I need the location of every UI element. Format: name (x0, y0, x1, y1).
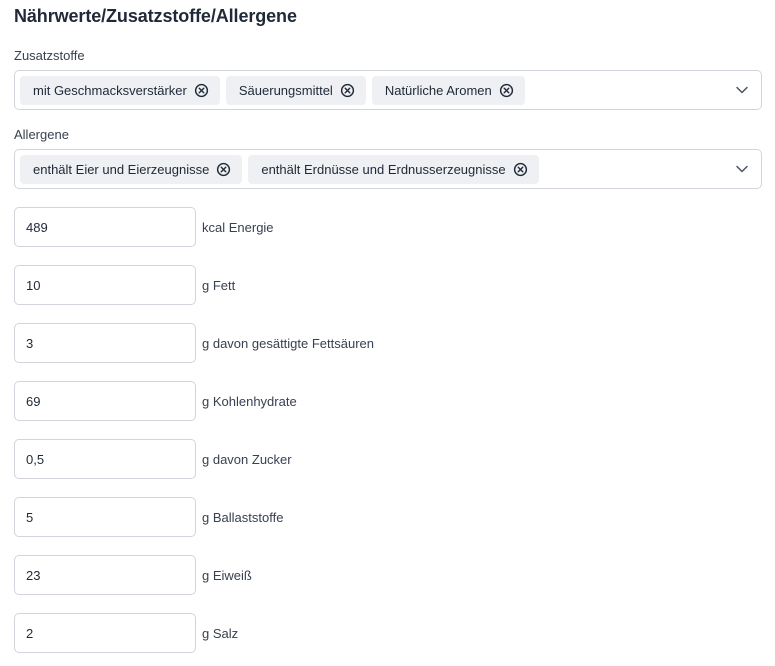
chip-erdnuesse: enthält Erdnüsse und Erdnusserzeugnisse (248, 154, 539, 184)
allergene-label: Allergene (14, 127, 69, 142)
nutrient-row-salz: g Salz (14, 613, 238, 653)
chip-eier: enthält Eier und Eierzeugnisse (20, 154, 243, 184)
gesaettigte-fettsaeuren-label: g davon gesättigte Fettsäuren (202, 335, 375, 351)
kohlenhydrate-label: g Kohlenhydrate (202, 393, 297, 409)
nutrient-row-eiweiss: g Eiweiß (14, 555, 252, 595)
fett-label: g Fett (202, 277, 236, 293)
salz-label: g Salz (202, 625, 239, 641)
remove-chip-icon[interactable] (216, 162, 231, 177)
chip-label: Säuerungsmittel (238, 82, 333, 98)
chip-natuerliche-aromen: Natürliche Aromen (371, 75, 525, 105)
chip-label: mit Geschmacksverstärker (33, 82, 187, 98)
remove-chip-icon[interactable] (340, 83, 355, 98)
nutrient-row-ballaststoffe: g Ballaststoffe (14, 497, 283, 537)
zusatzstoffe-multiselect[interactable]: mit Geschmacksverstärker Säuerungsmittel… (14, 70, 762, 110)
chip-label: Natürliche Aromen (384, 82, 492, 98)
fett-input[interactable] (14, 265, 196, 305)
kohlenhydrate-input[interactable] (14, 381, 196, 421)
eiweiss-label: g Eiweiß (202, 567, 252, 583)
chevron-down-icon[interactable] (735, 162, 749, 176)
nutrient-row-gesaettigte-fettsaeuren: g davon gesättigte Fettsäuren (14, 323, 374, 363)
salz-input[interactable] (14, 613, 196, 653)
chevron-down-icon[interactable] (735, 83, 749, 97)
section-title: Nährwerte/Zusatzstoffe/Allergene (14, 6, 297, 26)
nutrient-row-energie: kcal Energie (14, 207, 274, 247)
remove-chip-icon[interactable] (499, 83, 514, 98)
remove-chip-icon[interactable] (194, 83, 209, 98)
energie-input[interactable] (14, 207, 196, 247)
nutrient-row-kohlenhydrate: g Kohlenhydrate (14, 381, 297, 421)
chip-label: enthält Erdnüsse und Erdnusserzeugnisse (261, 161, 506, 177)
allergene-multiselect[interactable]: enthält Eier und Eierzeugnisse enthält E… (14, 149, 762, 189)
chip-label: enthält Eier und Eierzeugnisse (33, 161, 210, 177)
zusatzstoffe-label: Zusatzstoffe (14, 48, 85, 63)
nutrient-row-fett: g Fett (14, 265, 235, 305)
energie-label: kcal Energie (202, 219, 274, 235)
chip-geschmacksverstaerker: mit Geschmacksverstärker (20, 75, 220, 105)
chip-saeuerungsmittel: Säuerungsmittel (225, 75, 366, 105)
remove-chip-icon[interactable] (513, 162, 528, 177)
zucker-input[interactable] (14, 439, 196, 479)
ballaststoffe-label: g Ballaststoffe (202, 509, 284, 525)
gesaettigte-fettsaeuren-input[interactable] (14, 323, 196, 363)
nutrient-row-zucker: g davon Zucker (14, 439, 292, 479)
ballaststoffe-input[interactable] (14, 497, 196, 537)
zucker-label: g davon Zucker (202, 451, 292, 467)
eiweiss-input[interactable] (14, 555, 196, 595)
